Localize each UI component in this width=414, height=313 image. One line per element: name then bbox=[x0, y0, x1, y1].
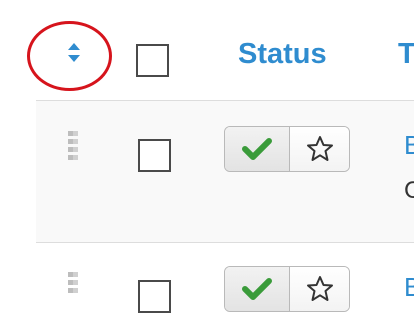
item-subtitle: C bbox=[404, 177, 414, 204]
status-button-group bbox=[224, 266, 350, 312]
column-header-title[interactable]: T bbox=[398, 34, 414, 74]
sort-up-down-icon bbox=[68, 43, 80, 62]
publish-toggle-button[interactable] bbox=[225, 267, 290, 311]
feature-toggle-button[interactable] bbox=[290, 267, 349, 311]
drag-handle-icon[interactable] bbox=[68, 131, 78, 161]
table-header-row: Status T bbox=[0, 0, 414, 100]
column-header-status[interactable]: Status bbox=[238, 34, 327, 74]
ordering-sort-button[interactable] bbox=[60, 35, 88, 71]
status-button-group bbox=[224, 126, 350, 172]
publish-toggle-button[interactable] bbox=[225, 127, 290, 171]
item-title-link[interactable]: B bbox=[404, 130, 414, 160]
checkmark-icon bbox=[242, 278, 272, 300]
table-row bbox=[36, 101, 414, 242]
checkmark-icon bbox=[242, 138, 272, 160]
select-all-checkbox[interactable] bbox=[136, 44, 169, 77]
star-outline-icon bbox=[306, 136, 333, 161]
row-divider bbox=[36, 242, 414, 243]
row-select-checkbox[interactable] bbox=[138, 139, 171, 172]
row-select-checkbox[interactable] bbox=[138, 280, 171, 313]
feature-toggle-button[interactable] bbox=[290, 127, 349, 171]
star-outline-icon bbox=[306, 276, 333, 301]
